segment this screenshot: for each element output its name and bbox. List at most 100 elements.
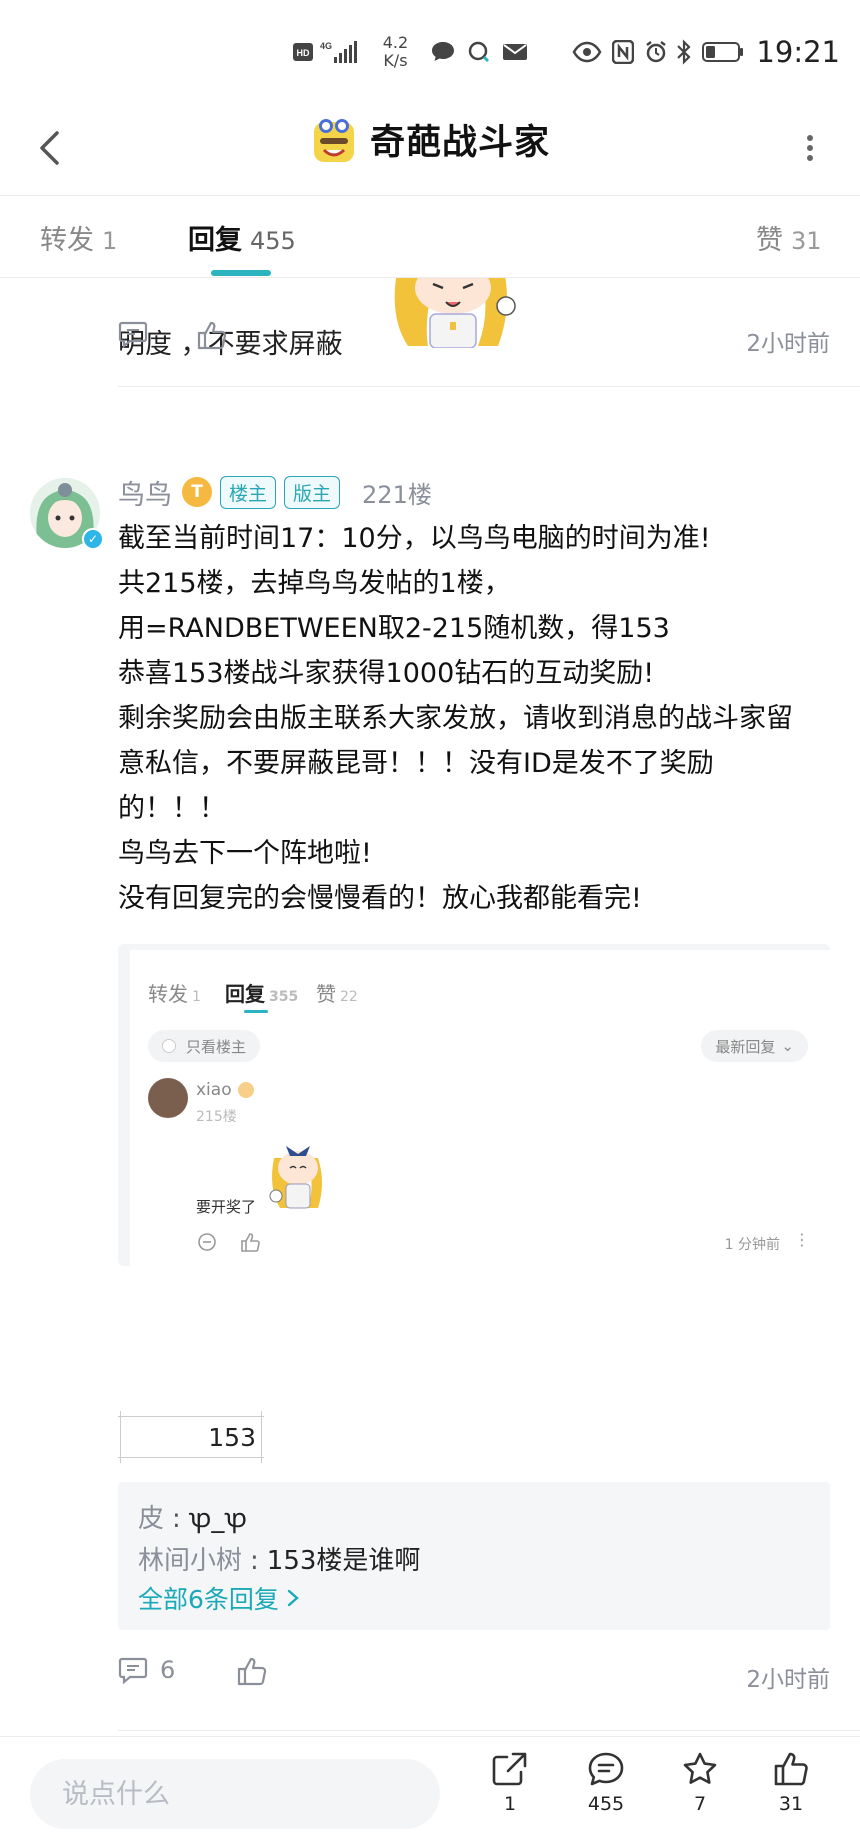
embedded-comment-time: 1 分钟前: [724, 1237, 780, 1253]
bluetooth-icon: [676, 39, 692, 65]
eye-icon: [572, 41, 602, 63]
embedded-tab-likes-count: 22: [340, 989, 358, 1005]
embedded-more-icon: ⋮: [794, 1230, 810, 1249]
top-nav-bar: 奇葩战斗家: [0, 100, 860, 196]
embedded-comment-text: 要开奖了: [196, 1198, 257, 1216]
embedded-screenshot-content: 转发 1 回复 355 赞 22 只看楼主 最新回复 ⌄ xiao 215楼 要开奖了 …: [130, 950, 830, 1266]
badge-op: 楼主: [220, 475, 277, 509]
post-tabs: 转发 1 回复 455 赞 31: [0, 196, 860, 278]
thumbs-up-icon: [197, 321, 227, 350]
embedded-tab-forward-count: 1: [192, 989, 201, 1005]
comment-line: 共215楼，去掉鸟鸟发帖的1楼，: [118, 568, 511, 599]
embedded-sort-label: 最新回复: [715, 1037, 776, 1056]
cell-value: 153: [208, 1423, 256, 1452]
view-all-replies-label: 全部6条回复: [138, 1585, 279, 1614]
tab-replies[interactable]: 回复 455: [188, 218, 296, 257]
comment-reply-button[interactable]: 6: [118, 1656, 175, 1684]
verified-icon: ✓: [82, 528, 104, 550]
tab-likes[interactable]: 赞 31: [756, 218, 822, 257]
share-icon: [492, 1752, 527, 1786]
mail-icon: [502, 41, 528, 63]
tab-replies-count: 455: [250, 227, 296, 255]
more-options-button[interactable]: [784, 122, 836, 174]
comment-divider: [118, 386, 860, 387]
embedded-sort-chip: 最新回复 ⌄: [701, 1030, 808, 1062]
comment-action-row: 6 2小时前: [118, 1656, 830, 1696]
network-speed-unit: K/s: [383, 51, 408, 70]
comment-button[interactable]: [118, 320, 148, 348]
sub-reply-text: 153楼是谁啊: [266, 1546, 421, 1576]
like-button[interactable]: [196, 320, 228, 350]
embedded-tab-forward-label: 转发: [148, 982, 188, 1006]
comment-line: 没有回复完的会慢慢看的！放心我都能看完!: [118, 883, 642, 914]
embedded-user-avatar: [148, 1078, 188, 1118]
tab-replies-label: 回复: [188, 225, 242, 256]
embedded-tab-likes-label: 赞: [316, 982, 336, 1006]
thumbs-up-icon: [774, 1752, 808, 1786]
username[interactable]: 鸟鸟: [118, 473, 172, 512]
comment-header: 鸟鸟 T 楼主 版主 221楼: [118, 472, 432, 512]
sub-replies-box[interactable]: 皮: ꝕ_ꝕ 林间小树:153楼是谁啊 全部6条回复: [118, 1482, 830, 1630]
share-button[interactable]: 1: [470, 1751, 550, 1815]
more-vertical-icon: [807, 135, 813, 161]
sub-reply[interactable]: 林间小树:153楼是谁啊: [138, 1540, 420, 1577]
comment-line: 剩余奖励会由版主联系大家发放，请收到消息的战斗家留: [118, 703, 793, 734]
comment-icon: [118, 321, 148, 348]
embedded-sticker-image: [269, 1146, 322, 1209]
reply-list[interactable]: 明度 ，不要求屏蔽 2小时前 ✓ 鸟鸟 T 楼主 版主 221楼 截至当前时间1…: [0, 278, 860, 1736]
star-icon: [683, 1752, 717, 1784]
comment-body: 截至当前时间17：10分，以鸟鸟电脑的时间为准! 共215楼，去掉鸟鸟发帖的1楼…: [118, 516, 838, 921]
tab-likes-count: 31: [791, 227, 822, 255]
embedded-tab-replies-label: 回复: [225, 982, 265, 1006]
chevron-right-icon: [287, 1589, 299, 1607]
forum-avatar-icon: [313, 118, 354, 162]
floor-number: 221楼: [362, 480, 432, 509]
spreadsheet-cell-image[interactable]: 153: [118, 1411, 264, 1463]
chevron-down-icon: ⌄: [781, 1037, 794, 1055]
comment-line: 截至当前时间17：10分，以鸟鸟电脑的时间为准!: [118, 523, 711, 554]
radio-icon: [162, 1039, 176, 1053]
comment-line: 用=RANDBETWEEN取2-215随机数，得153: [118, 613, 670, 644]
sub-reply[interactable]: 皮: ꝕ_ꝕ: [138, 1498, 247, 1535]
status-time: 19:21: [756, 35, 840, 69]
favorite-count: 7: [693, 1793, 707, 1815]
status-bar: HD 4G 4.2 K/s 19:21: [0, 0, 860, 100]
hd-icon: HD: [292, 41, 314, 63]
embedded-floor: 215楼: [196, 1109, 237, 1125]
embedded-screenshot-image[interactable]: 转发 1 回复 355 赞 22 只看楼主 最新回复 ⌄ xiao 215楼 要开奖了 …: [118, 944, 830, 1266]
share-count: 1: [503, 1793, 517, 1815]
forum-title[interactable]: 奇葩战斗家: [0, 114, 860, 165]
favorite-button[interactable]: 7: [660, 1751, 740, 1815]
embedded-level-icon: [237, 1082, 254, 1098]
comment-time: 2小时前: [746, 1667, 830, 1693]
comments-button[interactable]: 455: [566, 1751, 646, 1815]
like-post-button[interactable]: 31: [751, 1751, 831, 1815]
network-speed: 4.2 K/s: [372, 34, 418, 70]
embedded-tab-likes: 赞 22: [316, 978, 358, 1007]
embedded-username: xiao: [196, 1080, 232, 1100]
sub-reply-user: 皮: [138, 1504, 165, 1534]
alarm-icon: [644, 40, 668, 64]
message-bubble-icon: [430, 40, 456, 64]
comment-like-button[interactable]: [236, 1656, 268, 1686]
tab-forward-label: 转发: [40, 225, 94, 256]
bottom-action-bar: 1 455 7 31: [0, 1736, 860, 1848]
previous-comment-time: 2小时前: [746, 331, 830, 357]
sub-reply-separator: :: [172, 1504, 181, 1534]
network-type-text: 4G: [320, 41, 332, 51]
avatar[interactable]: ✓: [30, 478, 104, 550]
page-title: 奇葩战斗家: [369, 123, 550, 163]
tab-forward[interactable]: 转发 1: [40, 218, 117, 257]
chat-app-icon: [466, 40, 492, 64]
badge-moderator: 版主: [284, 475, 341, 509]
sub-reply-text: ꝕ_ꝕ: [188, 1504, 248, 1534]
comment-bubble-icon: [588, 1752, 624, 1786]
reply-input[interactable]: [30, 1759, 440, 1829]
view-all-replies-link[interactable]: 全部6条回复: [138, 1580, 301, 1616]
embedded-tab-replies: 回复 355: [225, 978, 298, 1007]
sub-reply-user: 林间小树: [138, 1546, 243, 1576]
embedded-filter-label: 只看楼主: [186, 1037, 247, 1056]
active-tab-indicator: [211, 270, 271, 276]
comment-line: 的！！！: [118, 793, 226, 824]
embedded-comment-icon: [196, 1232, 218, 1256]
